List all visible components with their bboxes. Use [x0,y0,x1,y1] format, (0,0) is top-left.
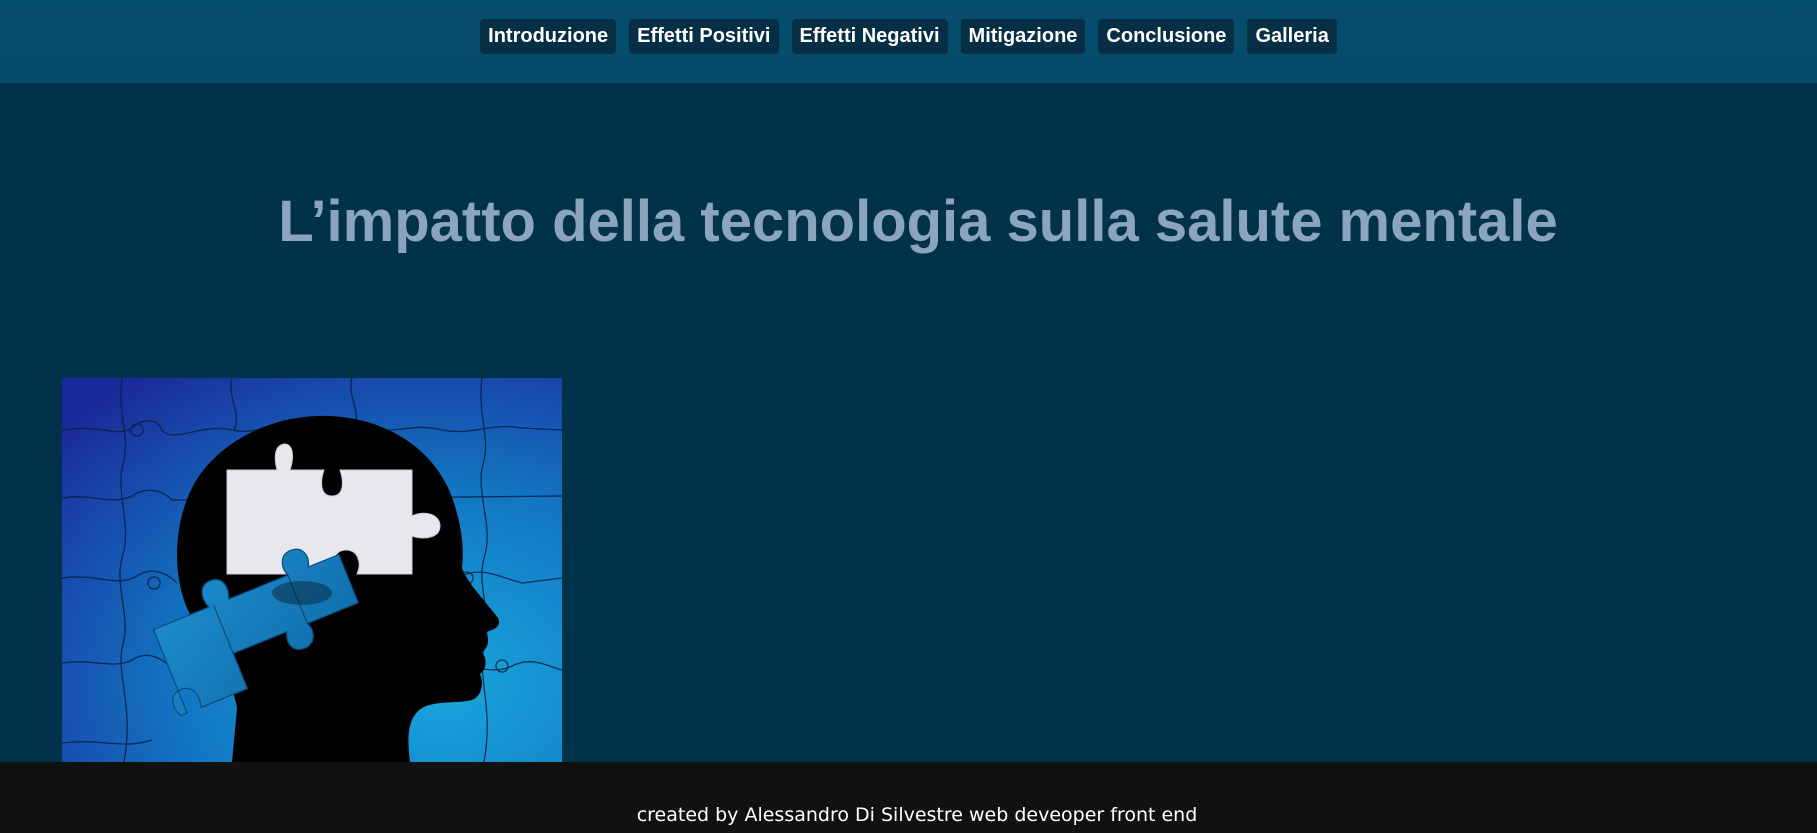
nav-link-effetti-positivi[interactable]: Effetti Positivi [629,19,779,54]
head-puzzle-illustration [62,378,562,762]
page-title: L’impatto della tecnologia sulla salute … [278,189,1558,254]
nav-link-galleria[interactable]: Galleria [1247,19,1337,54]
nav-link-introduzione[interactable]: Introduzione [480,19,617,54]
nav-link-effetti-negativi[interactable]: Effetti Negativi [791,19,948,54]
main-navigation: Introduzione Effetti Positivi Effetti Ne… [0,19,1817,54]
nav-link-conclusione[interactable]: Conclusione [1098,19,1235,54]
top-navbar: Introduzione Effetti Positivi Effetti Ne… [0,0,1817,83]
footer: created by Alessandro Di Silvestre web d… [0,762,1817,833]
footer-credit: created by Alessandro Di Silvestre web d… [636,804,1198,826]
nav-link-mitigazione[interactable]: Mitigazione [960,19,1086,54]
